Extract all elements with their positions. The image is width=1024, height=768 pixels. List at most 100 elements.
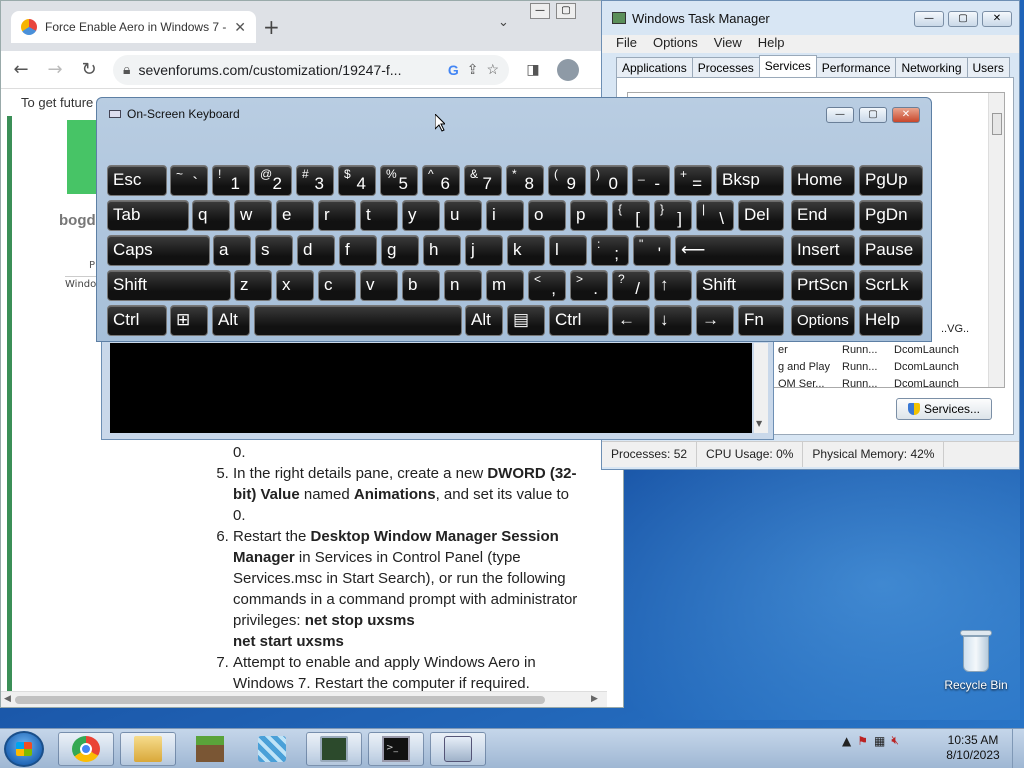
- osk-key-bksp[interactable]: Bksp: [716, 165, 784, 196]
- osk-key-c[interactable]: c: [318, 270, 356, 301]
- osk-key-o[interactable]: o: [528, 200, 566, 231]
- osk-key-symbol[interactable]: >.: [570, 270, 608, 301]
- lock-icon[interactable]: 🔒︎: [123, 61, 130, 78]
- forward-arrow-icon[interactable]: →: [45, 59, 65, 80]
- osk-key-h[interactable]: h: [423, 235, 461, 266]
- browser-tab[interactable]: Force Enable Aero in Windows 7 - W ✕: [11, 11, 256, 43]
- console-scrollbar[interactable]: ▼: [754, 343, 768, 433]
- osk-key-symbol[interactable]: →: [696, 305, 734, 336]
- tm-maximize-button[interactable]: ▢: [948, 11, 978, 27]
- osk-key-b[interactable]: b: [402, 270, 440, 301]
- profile-avatar-icon[interactable]: [557, 58, 579, 81]
- back-arrow-icon[interactable]: ←: [11, 59, 31, 80]
- osk-key-3[interactable]: #3: [296, 165, 334, 196]
- show-hidden-icons-icon[interactable]: ▲: [842, 734, 851, 748]
- osk-key-t[interactable]: t: [360, 200, 398, 231]
- close-tab-icon[interactable]: ✕: [234, 19, 246, 36]
- google-lens-icon[interactable]: G: [448, 62, 459, 78]
- scroll-left-arrow-icon[interactable]: ◀: [4, 694, 11, 704]
- osk-key-tab[interactable]: Tab: [107, 200, 189, 231]
- recycle-bin-shortcut[interactable]: Recycle Bin: [940, 630, 1012, 692]
- tab-services[interactable]: Services: [758, 55, 817, 78]
- osk-key-v[interactable]: v: [360, 270, 398, 301]
- osk-key-symbol[interactable]: ▤: [507, 305, 545, 336]
- osk-key-del[interactable]: Del: [738, 200, 784, 231]
- osk-key-pause[interactable]: Pause: [859, 235, 923, 266]
- osk-key-l[interactable]: l: [549, 235, 587, 266]
- osk-key-0[interactable]: ) 0: [590, 165, 628, 196]
- menu-options[interactable]: Options: [653, 35, 698, 53]
- author-name[interactable]: bogd: [59, 212, 96, 229]
- scroll-down-arrow-icon[interactable]: ▼: [756, 419, 762, 428]
- osk-key-symbol[interactable]: ←: [612, 305, 650, 336]
- osk-key-6[interactable]: ^ 6: [422, 165, 460, 196]
- menu-file[interactable]: File: [616, 35, 637, 53]
- osk-key-scrlk[interactable]: ScrLk: [859, 270, 923, 301]
- osk-key-ctrl[interactable]: Ctrl: [549, 305, 609, 336]
- taskbar-command-prompt[interactable]: >_: [368, 732, 424, 766]
- osk-key-a[interactable]: a: [213, 235, 251, 266]
- osk-key-1[interactable]: ! 1: [212, 165, 250, 196]
- scroll-right-arrow-icon[interactable]: ▶: [591, 694, 598, 704]
- osk-key-7[interactable]: & 7: [464, 165, 502, 196]
- osk-key-prtscn[interactable]: PrtScn: [791, 270, 855, 301]
- osk-key-y[interactable]: y: [402, 200, 440, 231]
- osk-key-k[interactable]: k: [507, 235, 545, 266]
- tm-close-button[interactable]: ✕: [982, 11, 1012, 27]
- osk-key-symbol[interactable]: ⟵: [675, 235, 784, 266]
- osk-key-alt[interactable]: Alt: [465, 305, 503, 336]
- taskbar-network-app[interactable]: [244, 732, 300, 766]
- osk-key-insert[interactable]: Insert: [791, 235, 855, 266]
- osk-key-end[interactable]: End: [791, 200, 855, 231]
- osk-key-symbol[interactable]: " ': [633, 235, 671, 266]
- osk-key-caps[interactable]: Caps: [107, 235, 210, 266]
- osk-key-w[interactable]: w: [234, 200, 272, 231]
- side-panel-icon[interactable]: ◨: [523, 62, 543, 78]
- reload-icon[interactable]: ↻: [79, 59, 99, 80]
- osk-key-symbol[interactable]: ↓: [654, 305, 692, 336]
- osk-key-esc[interactable]: Esc: [107, 165, 167, 196]
- osk-key-f[interactable]: f: [339, 235, 377, 266]
- osk-key-symbol[interactable]: ↑: [654, 270, 692, 301]
- osk-key-symbol[interactable]: + =: [674, 165, 712, 196]
- menu-view[interactable]: View: [714, 35, 742, 53]
- osk-key-q[interactable]: q: [192, 200, 230, 231]
- network-icon[interactable]: ▦: [874, 734, 885, 748]
- osk-key-d[interactable]: d: [297, 235, 335, 266]
- osk-key-symbol[interactable]: <,: [528, 270, 566, 301]
- osk-key-ctrl[interactable]: Ctrl: [107, 305, 167, 336]
- taskbar-explorer[interactable]: [120, 732, 176, 766]
- osk-key-g[interactable]: g: [381, 235, 419, 266]
- osk-key-alt[interactable]: Alt: [212, 305, 250, 336]
- osk-key-p[interactable]: p: [570, 200, 608, 231]
- osk-key-r[interactable]: r: [318, 200, 356, 231]
- osk-key-symbol[interactable]: {[: [612, 200, 650, 231]
- osk-key-pgdn[interactable]: PgDn: [859, 200, 923, 231]
- tab-search-chevron-icon[interactable]: ⌄: [498, 15, 509, 30]
- menu-help[interactable]: Help: [758, 35, 785, 53]
- taskbar-chrome[interactable]: [58, 732, 114, 766]
- osk-key-symbol[interactable]: ? /: [612, 270, 650, 301]
- services-scroll-thumb[interactable]: [992, 113, 1002, 135]
- scrollbar-thumb[interactable]: [15, 696, 545, 704]
- osk-key-pgup[interactable]: PgUp: [859, 165, 923, 196]
- osk-key-options[interactable]: Options: [791, 305, 855, 336]
- services-scrollbar[interactable]: [988, 93, 1004, 387]
- osk-key-symbol[interactable]: ⊞: [170, 305, 208, 336]
- osk-key-symbol[interactable]: }]: [654, 200, 692, 231]
- osk-key-9[interactable]: (9: [548, 165, 586, 196]
- bookmark-star-icon[interactable]: ☆: [486, 61, 499, 78]
- chrome-maximize-button[interactable]: ▢: [556, 3, 576, 19]
- osk-key-space[interactable]: [254, 305, 462, 336]
- osk-key-fn[interactable]: Fn: [738, 305, 784, 336]
- osk-key-8[interactable]: * 8: [506, 165, 544, 196]
- address-bar[interactable]: 🔒︎ sevenforums.com/customization/19247-f…: [113, 54, 509, 85]
- new-tab-button[interactable]: +: [263, 15, 280, 39]
- osk-key-n[interactable]: n: [444, 270, 482, 301]
- osk-key-e[interactable]: e: [276, 200, 314, 231]
- start-button[interactable]: [4, 731, 44, 767]
- osk-key-x[interactable]: x: [276, 270, 314, 301]
- taskbar-osk[interactable]: [430, 732, 486, 766]
- tm-minimize-button[interactable]: —: [914, 11, 944, 27]
- share-icon[interactable]: ⇪: [467, 61, 479, 78]
